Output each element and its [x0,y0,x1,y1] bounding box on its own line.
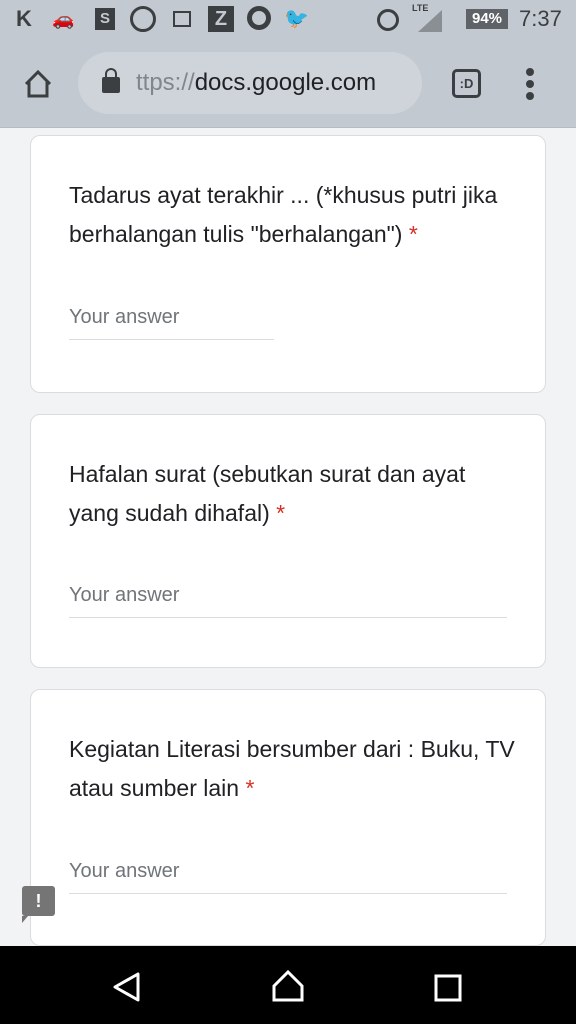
report-feedback-button[interactable]: ! [22,886,55,923]
url-bar[interactable]: ttps://docs.google.com [78,52,422,114]
tab-switcher-button[interactable]: :D [452,69,481,98]
required-asterisk: * [245,775,255,801]
lock-shackle [105,68,117,81]
navigation-bar [0,946,576,1024]
question-text: Kegiatan Literasi bersumber dari : Buku,… [69,736,515,801]
question-title: Hafalan surat (sebutkan surat dan ayat y… [69,455,519,533]
signal-icon [418,10,442,32]
question-card: Tadarus ayat terakhir ... (*khusus putri… [30,135,546,393]
twitter-icon: 🐦 [284,8,309,30]
question-card: Hafalan surat (sebutkan surat dan ayat y… [30,414,546,668]
question-text: Hafalan surat (sebutkan surat dan ayat y… [69,461,466,526]
home-icon[interactable] [23,69,53,99]
url-scheme: ttps:// [136,69,195,96]
required-asterisk: * [276,500,286,526]
question-title: Tadarus ayat terakhir ... (*khusus putri… [69,176,519,254]
question-card: Kegiatan Literasi bersumber dari : Buku,… [30,689,546,946]
shopee-icon: S [95,8,115,30]
answer-input[interactable]: Your answer [69,306,274,340]
question-text: Tadarus ayat terakhir ... (*khusus putri… [69,182,498,247]
kaskus-icon: K [16,6,32,31]
back-icon[interactable] [112,972,142,1002]
battery-level: 94% [471,10,503,27]
status-bar: K 🚗 S Z 🐦 LTE 94% 7:37 [0,0,576,38]
image-icon [173,11,191,27]
menu-icon[interactable] [522,68,538,100]
car-icon: 🚗 [52,9,75,29]
home-nav-icon[interactable] [272,970,304,1002]
battery-icon: 94% [466,9,508,29]
whatsapp-icon [130,6,156,32]
alarm-icon [377,9,399,31]
answer-input[interactable]: Your answer [69,860,507,894]
required-asterisk: * [408,221,418,247]
z-icon: Z [208,6,234,32]
clock: 7:37 [519,6,562,31]
recents-icon[interactable] [434,974,462,1002]
url-host: docs.google.com [194,69,377,96]
answer-input[interactable]: Your answer [69,584,507,618]
browser-toolbar: ttps://docs.google.com :D [0,38,576,128]
url-text: ttps://docs.google.com [136,69,376,97]
question-title: Kegiatan Literasi bersumber dari : Buku,… [69,730,519,808]
gojek-icon [247,6,271,30]
